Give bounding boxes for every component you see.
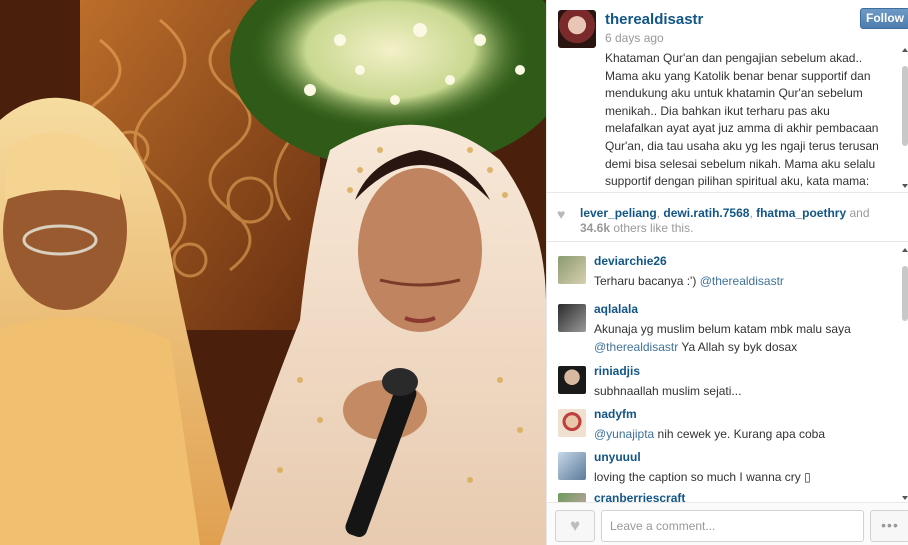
comment-text: Akunaja yg muslim belum katam mbk malu s…	[594, 320, 894, 356]
comment-body-after: nih cewek ye. Kurang apa coba	[654, 427, 825, 441]
comment-text: @yunajipta nih cewek ye. Kurang apa coba	[594, 425, 894, 443]
comment-item: unyuuul loving the caption so much I wan…	[547, 442, 899, 486]
follow-button[interactable]: Follow	[860, 8, 908, 29]
post-caption: Khataman Qur'an dan pengajian sebelum ak…	[605, 50, 895, 188]
scrollbar-thumb[interactable]	[902, 66, 908, 146]
comment-item: deviarchie26 Terharu bacanya :') @therea…	[547, 246, 899, 290]
commenter-username[interactable]: unyuuul	[594, 450, 641, 464]
like-button[interactable]: ♥	[555, 510, 595, 542]
commenter-username[interactable]: deviarchie26	[594, 254, 667, 268]
liker-username[interactable]: lever_peliang	[580, 206, 657, 220]
commenter-username[interactable]: aqlalala	[594, 302, 638, 316]
post-photo[interactable]	[0, 0, 546, 545]
comment-mention[interactable]: @yunajipta	[594, 427, 654, 441]
comment-body: loving the caption so much I wanna cry ▯	[594, 470, 811, 484]
comment-item: aqlalala Akunaja yg muslim belum katam m…	[547, 294, 899, 356]
caption-line: Khataman Qur'an dan pengajian sebelum ak…	[605, 51, 863, 65]
commenter-avatar[interactable]	[558, 304, 586, 332]
scroll-up-arrow-icon[interactable]	[902, 48, 908, 52]
likes-count[interactable]: 34.6k	[580, 221, 610, 235]
commenter-avatar[interactable]	[558, 493, 586, 502]
post-side-panel: therealdisastr 6 days ago Follow Khatama…	[546, 0, 908, 545]
comment-body: subhnaallah muslim sejati...	[594, 384, 742, 398]
owner-avatar[interactable]	[558, 10, 596, 48]
caption-line: Qur'an, dia tau usaha aku yg les ngaji t…	[605, 138, 879, 153]
comment-item: cranberriescraft	[547, 483, 899, 502]
likes-and: and	[846, 206, 870, 220]
heart-icon: ♥	[557, 206, 566, 222]
scroll-down-arrow-icon[interactable]	[902, 184, 908, 188]
more-options-button[interactable]: •••	[870, 510, 908, 542]
caption-line: supportif dengan pilihan spiritual aku, …	[605, 174, 870, 188]
likes-summary: lever_peliang, dewi.ratih.7568, fhatma_p…	[580, 206, 900, 236]
comment-item: riniadjis subhnaallah muslim sejati...	[547, 356, 899, 400]
scrollbar-thumb[interactable]	[902, 266, 908, 321]
comment-text: Terharu bacanya :') @therealdisastr	[594, 272, 894, 290]
caption-line: melafalkan ayat ayat juz amma di akhir p…	[605, 121, 879, 136]
commenter-username[interactable]: cranberriescraft	[594, 491, 685, 502]
caption-line: menikah.. Dia bahkan ikut terharu pas ak…	[605, 103, 830, 118]
scroll-down-arrow-icon[interactable]	[902, 496, 908, 500]
comment-item: nadyfm @yunajipta nih cewek ye. Kurang a…	[547, 399, 899, 443]
commenter-avatar[interactable]	[558, 409, 586, 437]
post-header: therealdisastr 6 days ago Follow Khatama…	[547, 0, 908, 192]
caption-line: demi bisa selesai sebelum nikah. Mama ak…	[605, 156, 876, 171]
commenter-avatar[interactable]	[558, 452, 586, 480]
commenter-username[interactable]: riniadjis	[594, 364, 640, 378]
likes-suffix: others like this.	[610, 221, 694, 235]
post-timestamp[interactable]: 6 days ago	[605, 31, 664, 45]
comment-mention[interactable]: @therealdisastr	[700, 274, 784, 288]
comment-body: Akunaja yg muslim belum katam mbk malu s…	[594, 322, 851, 336]
photo-illustration	[0, 0, 546, 545]
comment-input[interactable]	[601, 510, 864, 542]
owner-username[interactable]: therealdisastr	[605, 11, 703, 28]
caption-line: Mama aku yang Katolik benar benar suppor…	[605, 68, 871, 83]
comment-mention[interactable]: @therealdisastr	[594, 340, 678, 354]
commenter-avatar[interactable]	[558, 366, 586, 394]
commenter-username[interactable]: nadyfm	[594, 407, 637, 421]
liker-username[interactable]: dewi.ratih.7568	[663, 206, 749, 220]
caption-line: mendukung aku untuk khatamin Qur'an sebe…	[605, 86, 863, 101]
comment-text: subhnaallah muslim sejati...	[594, 382, 894, 400]
caption-scrollbar[interactable]	[900, 46, 908, 190]
likes-section: ♥ lever_peliang, dewi.ratih.7568, fhatma…	[547, 192, 908, 242]
comments-scrollbar[interactable]	[900, 246, 908, 502]
commenter-avatar[interactable]	[558, 256, 586, 284]
heart-icon: ♥	[569, 516, 581, 535]
scroll-up-arrow-icon[interactable]	[902, 248, 908, 252]
comment-footer: ♥ •••	[547, 502, 908, 545]
comments-list: deviarchie26 Terharu bacanya :') @therea…	[547, 246, 908, 502]
liker-username[interactable]: fhatma_poethry	[756, 206, 846, 220]
comment-body-after: Ya Allah sy byk dosax	[678, 340, 798, 354]
comment-body: Terharu bacanya :')	[594, 274, 700, 288]
